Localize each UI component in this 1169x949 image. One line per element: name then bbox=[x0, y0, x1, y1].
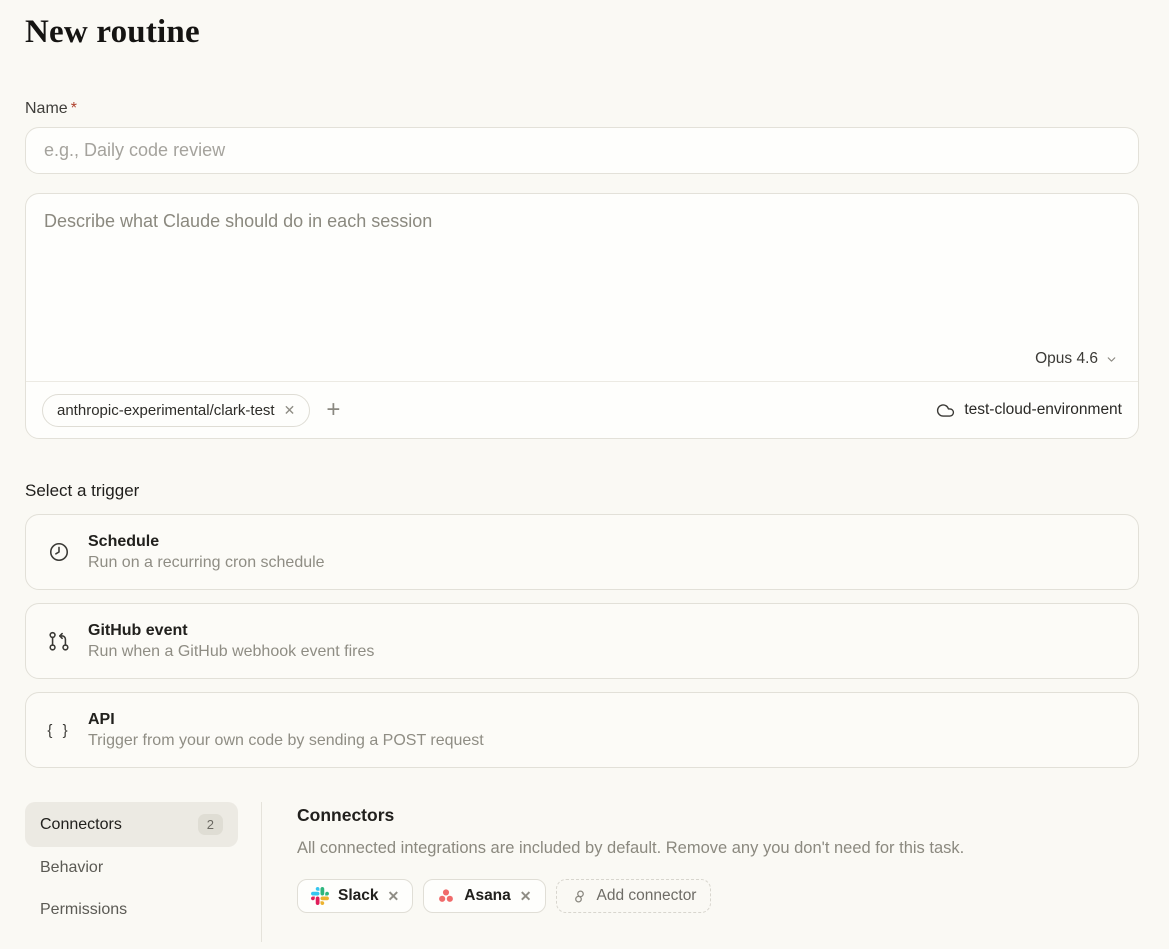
trigger-heading: Select a trigger bbox=[25, 481, 1139, 501]
required-asterisk: * bbox=[71, 100, 77, 117]
model-label: Opus 4.6 bbox=[1035, 350, 1098, 368]
trigger-title: Schedule bbox=[88, 533, 325, 551]
remove-repo-icon[interactable]: ✕ bbox=[284, 403, 296, 417]
routine-name-input[interactable] bbox=[25, 127, 1139, 174]
nav-item-label: Permissions bbox=[40, 901, 127, 919]
connector-chip-slack: Slack ✕ bbox=[297, 879, 413, 913]
settings-nav: Connectors 2 Behavior Permissions bbox=[25, 802, 238, 942]
prompt-area: Opus 4.6 bbox=[26, 194, 1138, 381]
add-connector-label: Add connector bbox=[597, 887, 697, 905]
remove-slack-icon[interactable]: ✕ bbox=[388, 889, 400, 903]
trigger-option-schedule[interactable]: Schedule Run on a recurring cron schedul… bbox=[25, 514, 1139, 590]
add-connector-button[interactable]: Add connector bbox=[556, 879, 712, 913]
slack-icon bbox=[311, 887, 329, 905]
environment-selector[interactable]: test-cloud-environment bbox=[936, 401, 1122, 420]
braces-icon: { } bbox=[47, 722, 71, 739]
environment-label: test-cloud-environment bbox=[964, 401, 1122, 419]
nav-item-permissions[interactable]: Permissions bbox=[25, 889, 238, 931]
new-routine-form: New routine Name* Opus 4.6 anthropic-exp… bbox=[0, 14, 1169, 942]
connector-name: Asana bbox=[464, 887, 511, 905]
page-title: New routine bbox=[25, 14, 1139, 51]
trigger-description: Trigger from your own code by sending a … bbox=[88, 732, 484, 750]
nav-item-label: Connectors bbox=[40, 816, 122, 834]
asana-icon bbox=[437, 887, 455, 905]
trigger-option-api[interactable]: { } API Trigger from your own code by se… bbox=[25, 692, 1139, 768]
trigger-title: API bbox=[88, 711, 484, 729]
connectors-panel: Connectors All connected integrations ar… bbox=[297, 802, 1139, 942]
repo-chip-label: anthropic-experimental/clark-test bbox=[57, 402, 275, 419]
trigger-description: Run on a recurring cron schedule bbox=[88, 554, 325, 572]
trigger-text: Schedule Run on a recurring cron schedul… bbox=[88, 533, 325, 572]
connector-name: Slack bbox=[338, 887, 379, 905]
repo-chip: anthropic-experimental/clark-test ✕ bbox=[42, 394, 310, 427]
name-label: Name* bbox=[25, 100, 1139, 118]
link-icon bbox=[571, 888, 588, 905]
connectors-count-badge: 2 bbox=[198, 814, 223, 835]
nav-item-connectors[interactable]: Connectors 2 bbox=[25, 802, 238, 847]
cloud-icon bbox=[936, 401, 955, 420]
panel-description: All connected integrations are included … bbox=[297, 839, 1139, 858]
model-selector[interactable]: Opus 4.6 bbox=[1035, 350, 1118, 368]
git-pull-request-icon bbox=[47, 630, 71, 652]
chevron-down-icon bbox=[1105, 353, 1118, 366]
composer-footer: anthropic-experimental/clark-test ✕ + te… bbox=[26, 381, 1138, 438]
trigger-option-github-event[interactable]: GitHub event Run when a GitHub webhook e… bbox=[25, 603, 1139, 679]
trigger-text: API Trigger from your own code by sendin… bbox=[88, 711, 484, 750]
trigger-description: Run when a GitHub webhook event fires bbox=[88, 643, 374, 661]
settings-section: Connectors 2 Behavior Permissions Connec… bbox=[25, 802, 1139, 942]
nav-item-behavior[interactable]: Behavior bbox=[25, 847, 238, 889]
nav-item-label: Behavior bbox=[40, 859, 103, 877]
add-repo-button[interactable]: + bbox=[322, 398, 344, 422]
clock-icon bbox=[47, 541, 71, 563]
prompt-textarea[interactable] bbox=[26, 194, 1138, 334]
panel-heading: Connectors bbox=[297, 805, 1139, 826]
trigger-title: GitHub event bbox=[88, 622, 374, 640]
connector-chips-row: Slack ✕ Asana ✕ bbox=[297, 879, 1139, 913]
vertical-divider bbox=[261, 802, 262, 942]
remove-asana-icon[interactable]: ✕ bbox=[520, 889, 532, 903]
connector-chip-asana: Asana ✕ bbox=[423, 879, 545, 913]
prompt-composer: Opus 4.6 anthropic-experimental/clark-te… bbox=[25, 193, 1139, 439]
trigger-text: GitHub event Run when a GitHub webhook e… bbox=[88, 622, 374, 661]
